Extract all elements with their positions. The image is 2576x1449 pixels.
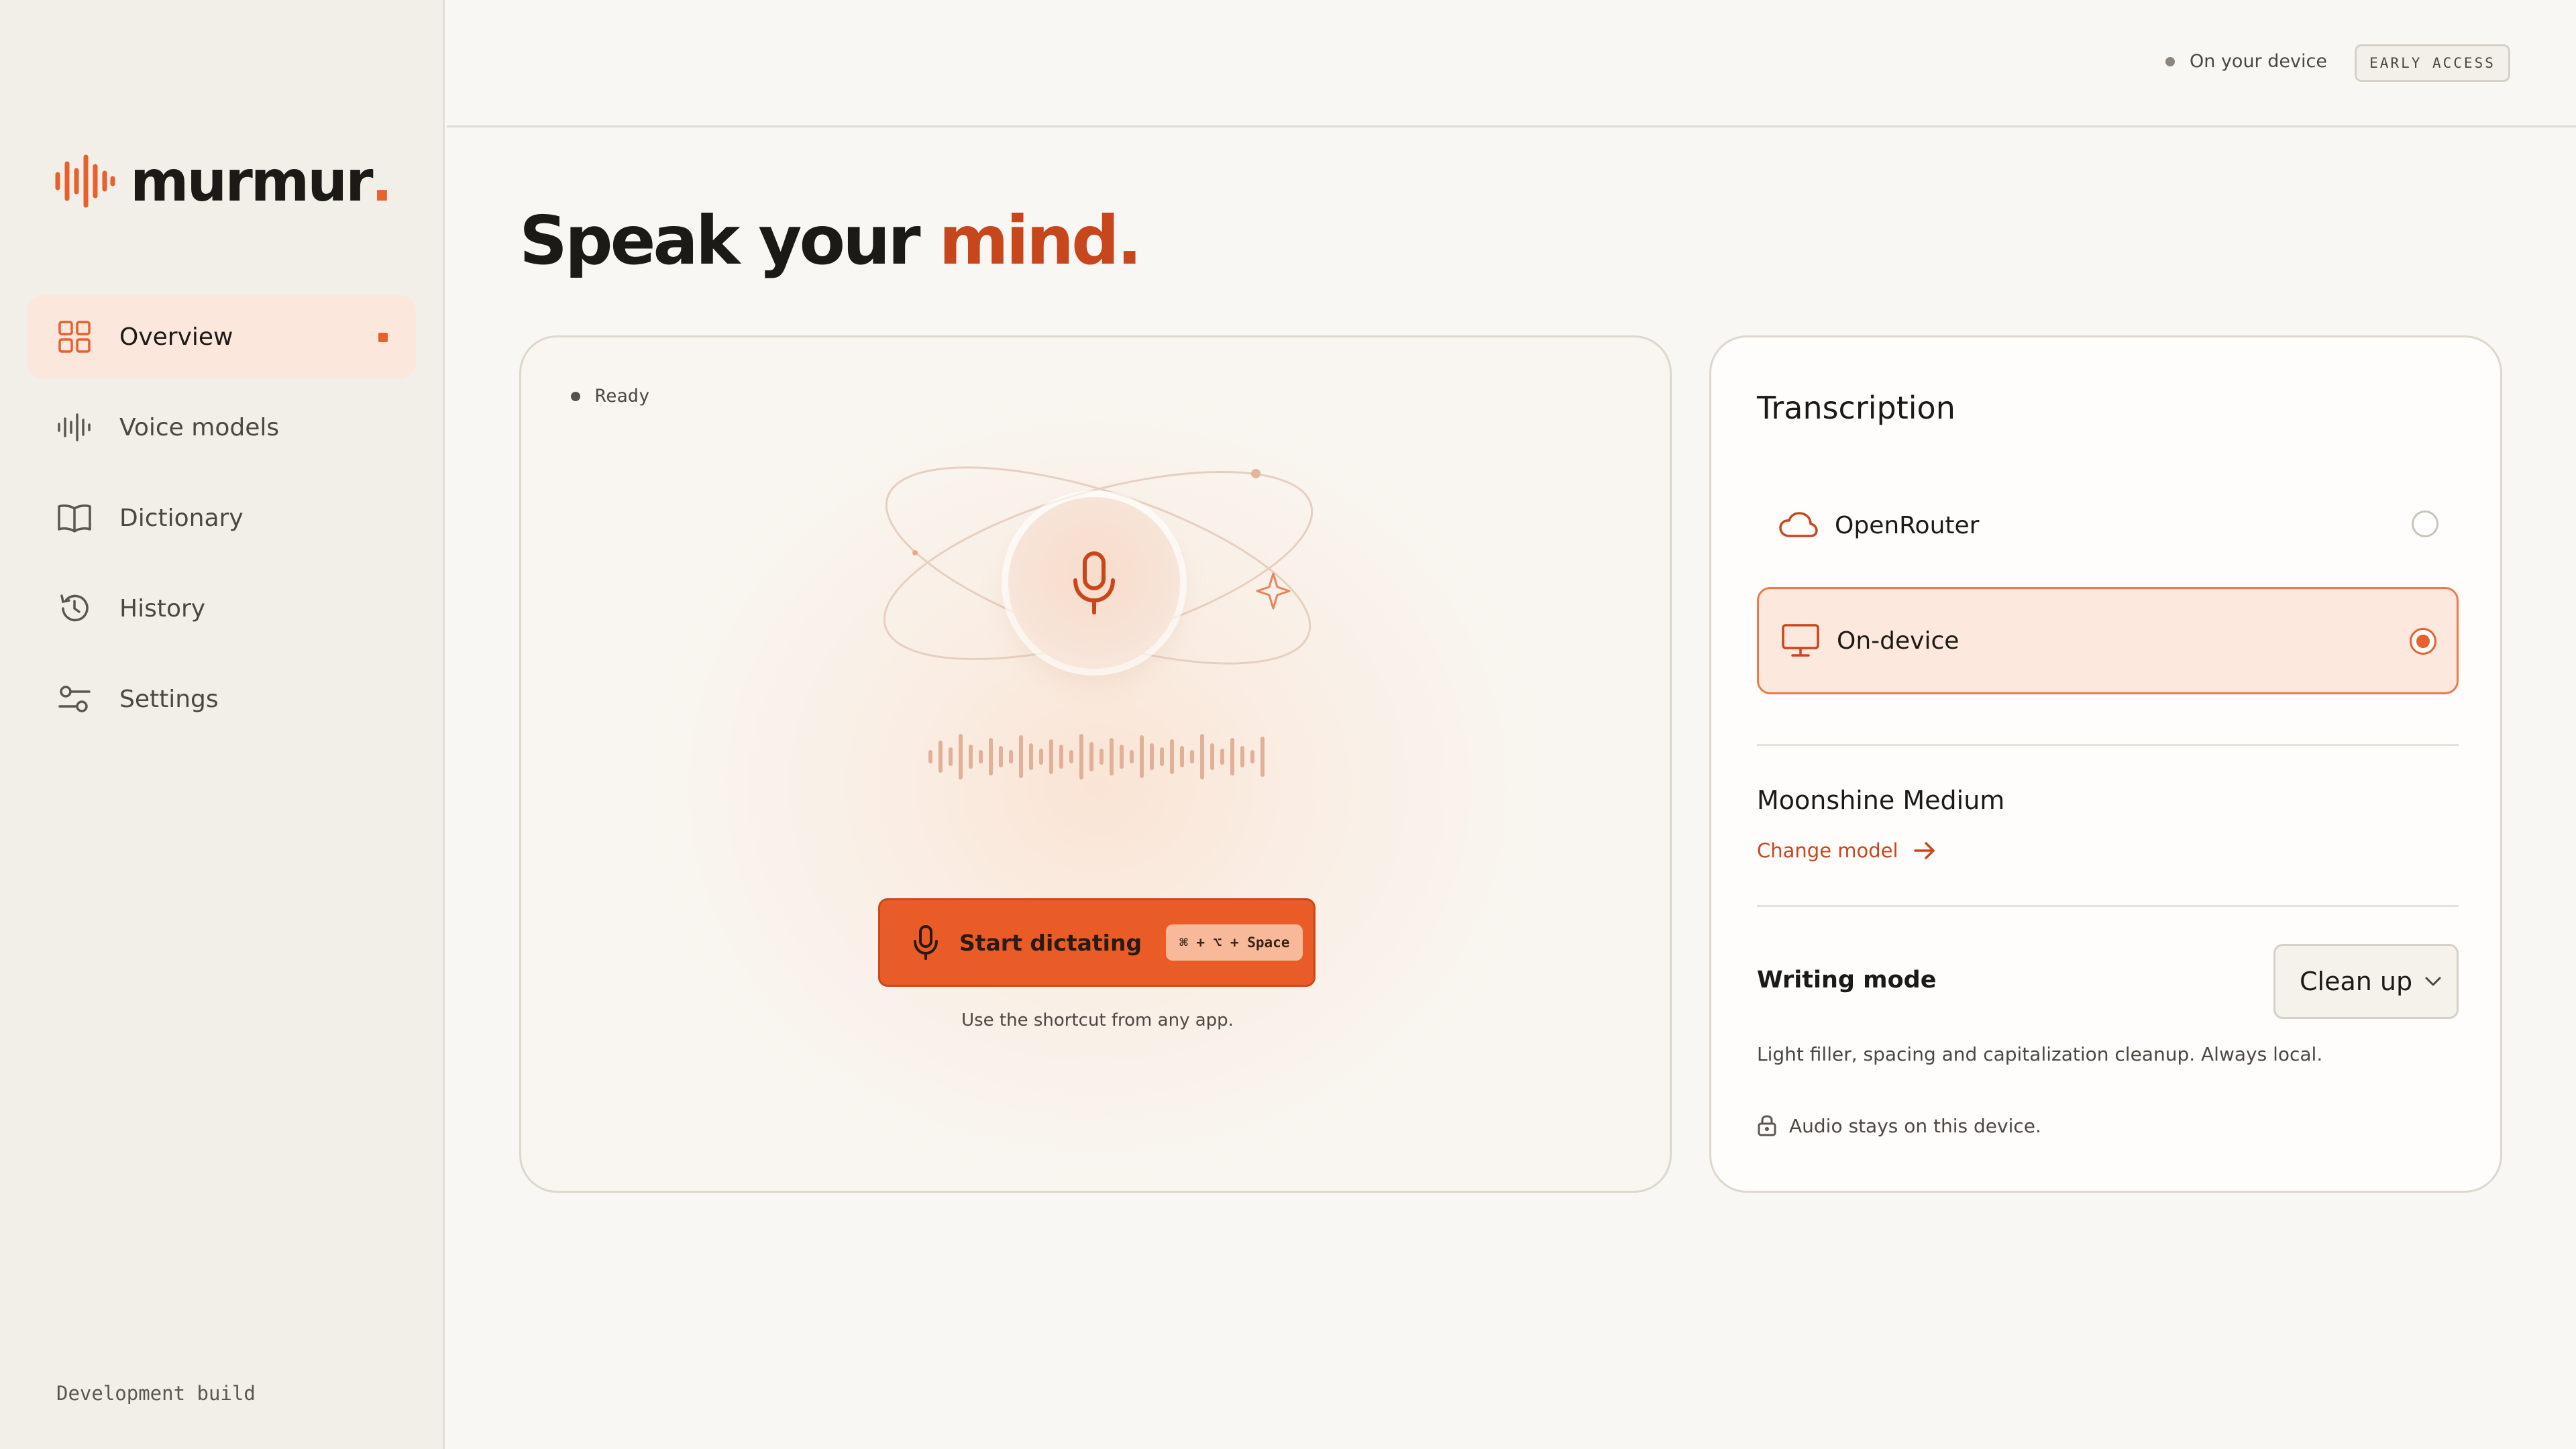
- brand-name: murmur: [130, 148, 374, 214]
- sliders-icon: [56, 681, 93, 717]
- writing-mode-description: Light filler, spacing and capitalization…: [1757, 1043, 2323, 1065]
- ready-dot: [571, 391, 580, 401]
- shortcut-badge: ⌘ + ⌥ + Space: [1166, 924, 1303, 961]
- active-indicator: [378, 333, 388, 342]
- option-label: OpenRouter: [1835, 511, 1980, 539]
- divider: [1757, 744, 2459, 746]
- change-model-label: Change model: [1757, 839, 1898, 862]
- dev-build-label: Development build: [56, 1382, 256, 1405]
- change-model-link[interactable]: Change model: [1757, 839, 1936, 862]
- start-dictating-label: Start dictating: [959, 929, 1142, 956]
- monitor-icon: [1780, 621, 1821, 661]
- sidebar-item-label: Voice models: [119, 413, 280, 441]
- sidebar-item-settings[interactable]: Settings: [27, 657, 416, 741]
- sidebar-item-voice-models[interactable]: Voice models: [27, 386, 416, 469]
- mic-orb[interactable]: [1008, 497, 1180, 669]
- microphone-icon: [1073, 551, 1115, 614]
- waveform-icon: [56, 409, 93, 445]
- radio-on-device[interactable]: [2410, 628, 2436, 655]
- radio-openrouter[interactable]: [2412, 511, 2438, 537]
- ready-status: Ready: [571, 386, 649, 407]
- sidebar: murmur. Overview Voice models Dictionary…: [0, 0, 445, 1449]
- page-title: Speak your mind.: [519, 201, 1142, 280]
- ready-text: Ready: [595, 386, 650, 407]
- sidebar-nav: Overview Voice models Dictionary History…: [27, 295, 416, 748]
- sidebar-item-label: Dictionary: [119, 504, 244, 532]
- sidebar-item-label: Settings: [119, 685, 219, 713]
- start-dictating-button[interactable]: Start dictating ⌘ + ⌥ + Space: [878, 898, 1316, 987]
- chevron-down-icon: [2425, 977, 2441, 986]
- book-icon: [56, 500, 93, 536]
- option-on-device[interactable]: On-device: [1757, 587, 2459, 694]
- status-dot: [2165, 56, 2175, 66]
- history-icon: [56, 590, 93, 627]
- arrow-right-icon: [1913, 842, 1935, 859]
- transcription-card: Transcription OpenRouter On-device Moons…: [1709, 335, 2502, 1193]
- shortcut-hint: Use the shortcut from any app.: [961, 1010, 1234, 1030]
- microphone-icon: [914, 925, 938, 960]
- early-access-badge: EARLY ACCESS: [2355, 44, 2510, 82]
- sidebar-item-label: History: [119, 594, 206, 623]
- brand-dot: .: [371, 148, 393, 214]
- writing-mode-label: Writing mode: [1757, 967, 1937, 994]
- sidebar-item-dictionary[interactable]: Dictionary: [27, 476, 416, 559]
- model-name: Moonshine Medium: [1757, 786, 2005, 815]
- device-status-text: On your device: [2190, 51, 2327, 72]
- headline-accent: mind.: [938, 201, 1142, 280]
- device-status: On your device: [2165, 51, 2327, 72]
- transcription-title: Transcription: [1757, 390, 1955, 426]
- lock-icon: [1758, 1115, 1776, 1136]
- privacy-note: Audio stays on this device.: [1757, 1114, 2041, 1137]
- headline-prefix: Speak your: [519, 201, 939, 280]
- sidebar-item-history[interactable]: History: [27, 567, 416, 650]
- divider: [1757, 905, 2459, 907]
- privacy-text: Audio stays on this device.: [1789, 1114, 2041, 1137]
- grid-icon: [56, 319, 93, 355]
- option-openrouter[interactable]: OpenRouter: [1757, 472, 2459, 579]
- cloud-icon: [1778, 505, 1819, 545]
- brand-logo[interactable]: murmur.: [54, 148, 392, 215]
- option-label: On-device: [1837, 627, 1960, 655]
- sidebar-item-label: Overview: [119, 323, 233, 351]
- writing-mode-select[interactable]: Clean up: [2273, 944, 2459, 1019]
- dictation-card: Ready Start dictating ⌘ + ⌥ + Space Use …: [519, 335, 1672, 1193]
- waveform-logo-icon: [55, 154, 115, 208]
- audio-waveform: [928, 734, 1265, 780]
- sidebar-item-overview[interactable]: Overview: [27, 295, 416, 378]
- writing-mode-value: Clean up: [2300, 967, 2413, 996]
